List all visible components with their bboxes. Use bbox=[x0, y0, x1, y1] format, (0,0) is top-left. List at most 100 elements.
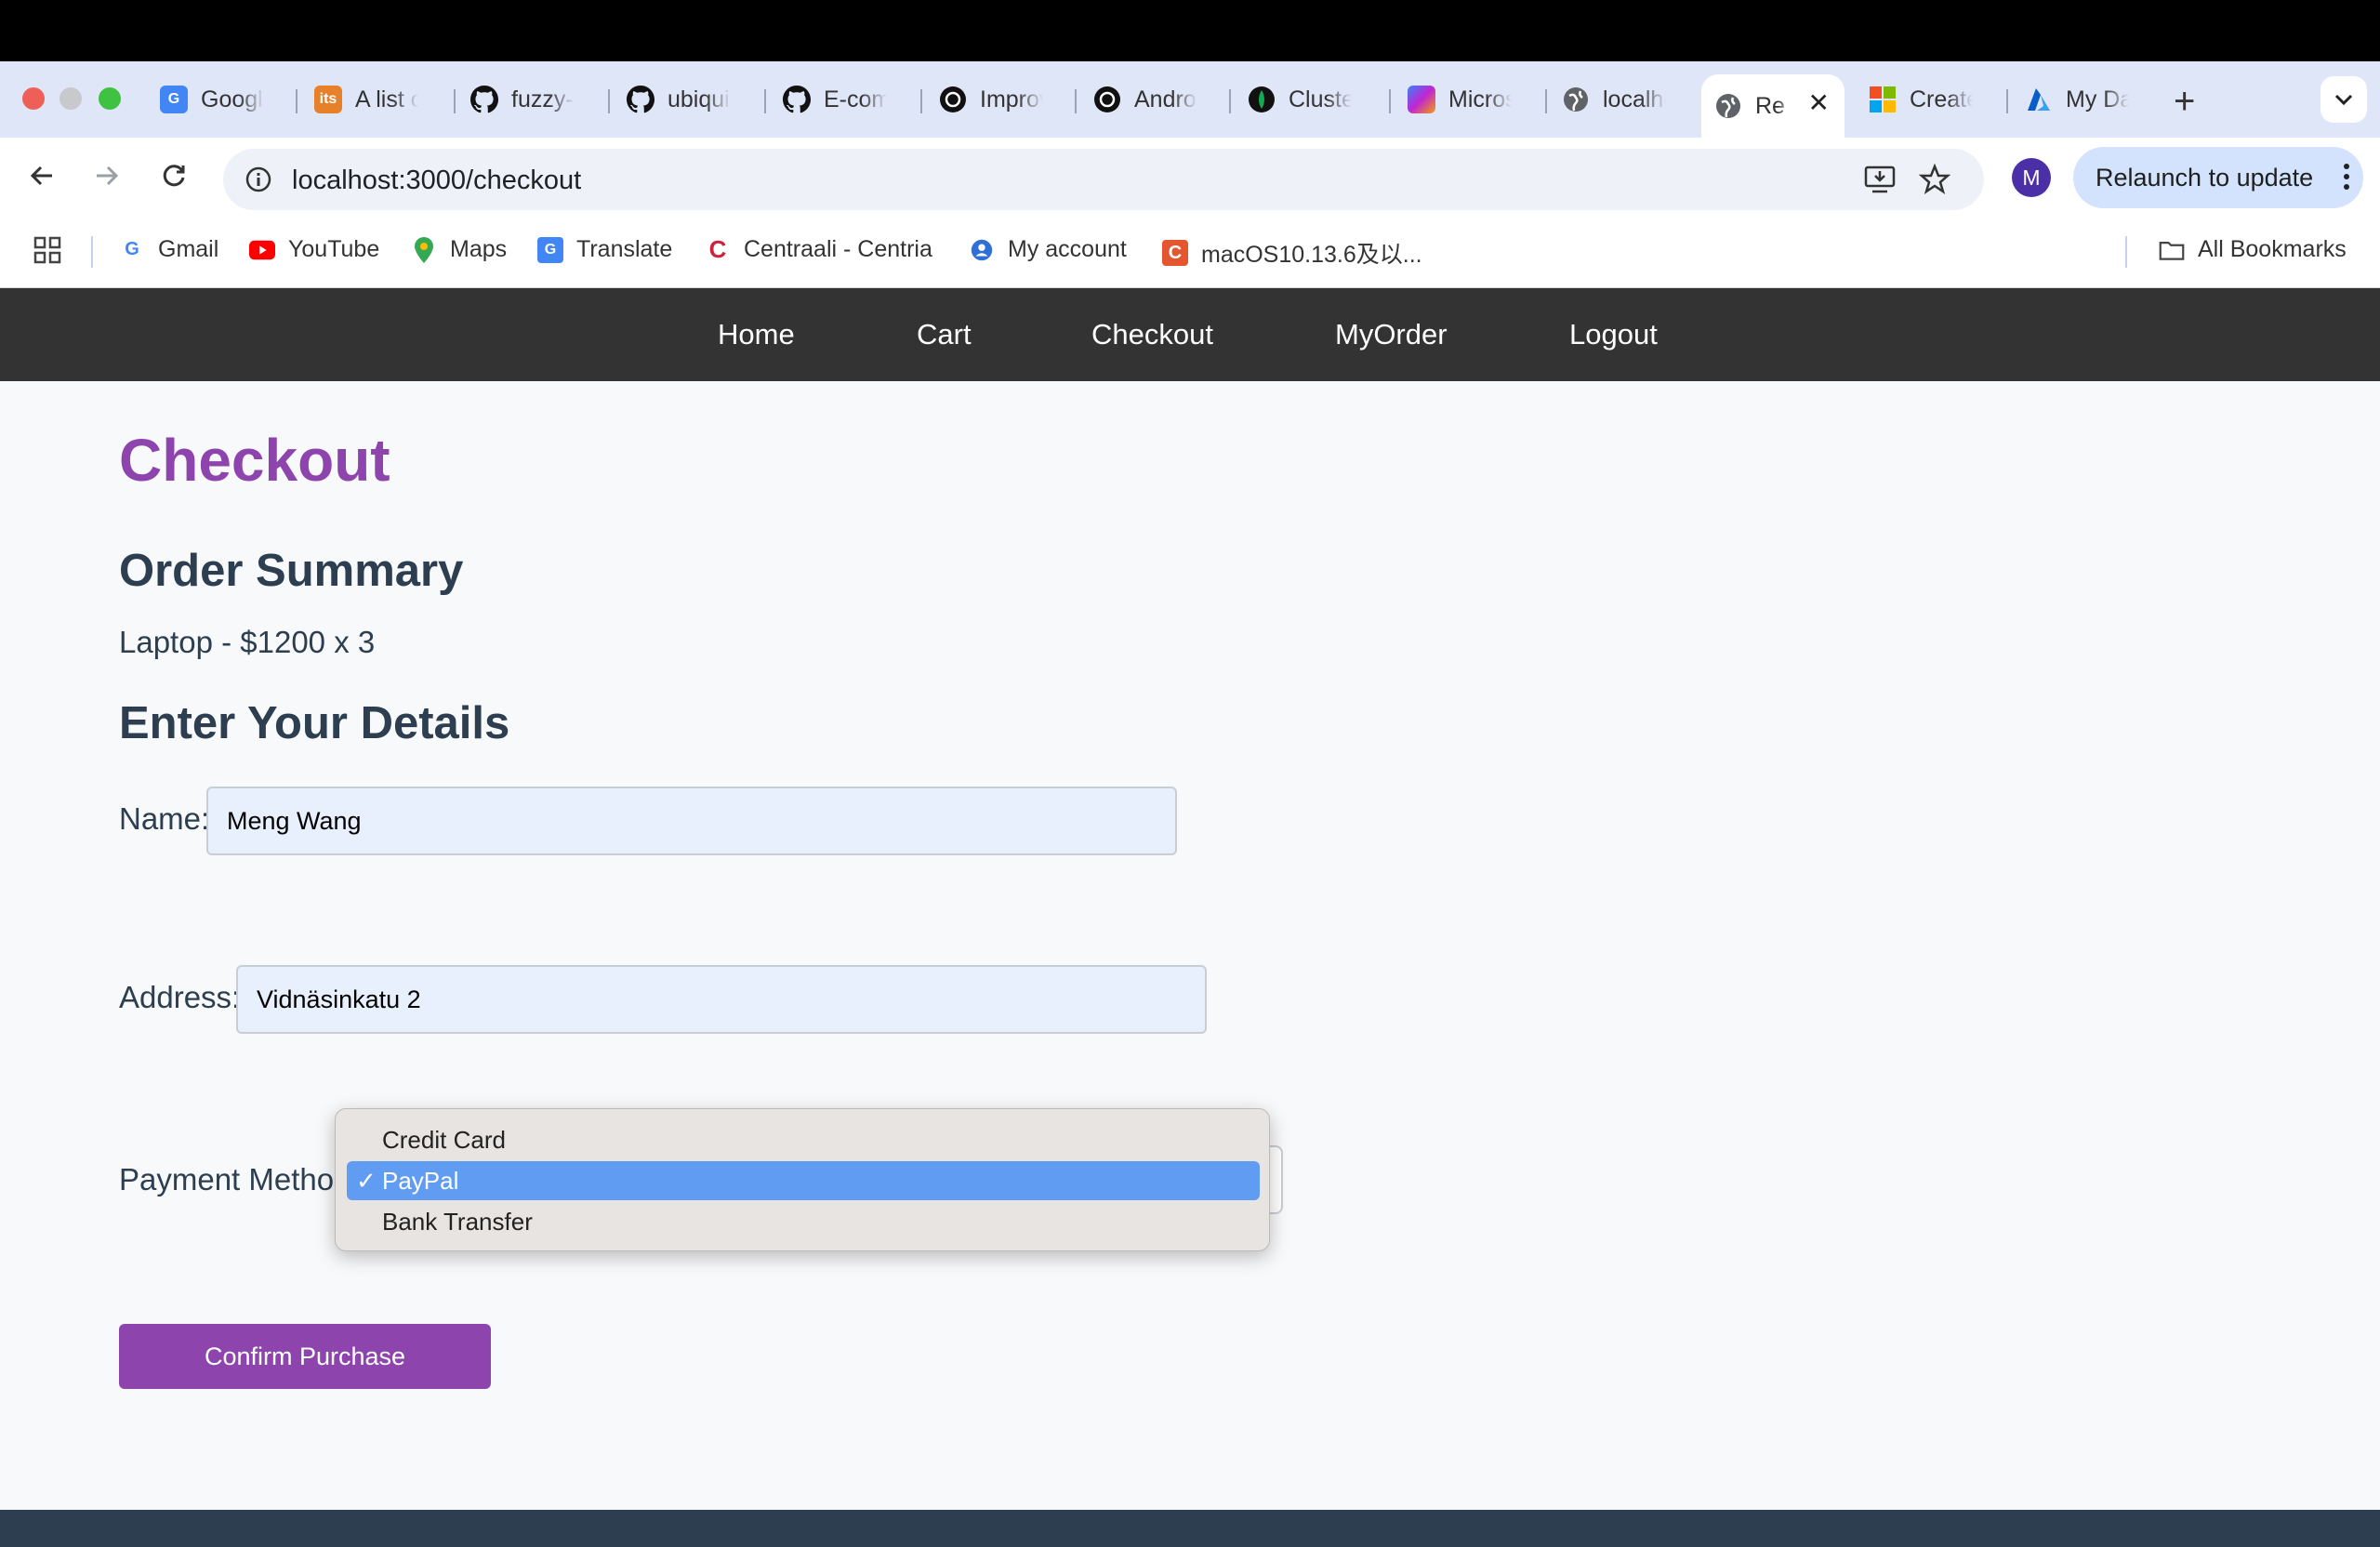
address-input[interactable] bbox=[236, 965, 1207, 1034]
bookmarks-divider bbox=[2125, 236, 2127, 268]
bookmark-label: My account bbox=[1008, 236, 1127, 262]
tab-localhost[interactable]: localho bbox=[1549, 74, 1698, 125]
openai-icon bbox=[939, 86, 967, 113]
account-icon bbox=[969, 237, 995, 263]
tab-title: E-comm bbox=[824, 86, 887, 112]
option-paypal[interactable]: ✓ PayPal bbox=[347, 1161, 1260, 1200]
address-label: Address: bbox=[119, 980, 241, 1014]
tab-divider bbox=[920, 89, 922, 113]
tab-create[interactable]: Create bbox=[1856, 74, 2004, 125]
option-credit-card[interactable]: Credit Card bbox=[347, 1120, 1260, 1159]
tab-title: A list of bbox=[355, 86, 418, 112]
youtube-icon bbox=[249, 237, 275, 263]
page-footer bbox=[0, 1510, 2380, 1547]
reload-icon[interactable] bbox=[149, 151, 199, 201]
tab-androi[interactable]: Androi bbox=[1080, 74, 1229, 125]
checkout-page: Home Cart Checkout MyOrder Logout Checko… bbox=[0, 288, 2380, 1547]
tab-micros[interactable]: Micros bbox=[1395, 74, 1543, 125]
tab-title: Androi bbox=[1134, 86, 1197, 112]
tab-title: My Da bbox=[2066, 86, 2129, 112]
tab-cluste[interactable]: Cluste bbox=[1235, 74, 1383, 125]
globe-icon bbox=[1714, 92, 1742, 120]
bookmark-translate[interactable]: G Translate bbox=[537, 236, 672, 263]
minimize-window-button[interactable] bbox=[60, 87, 82, 110]
site-navbar: Home Cart Checkout MyOrder Logout bbox=[0, 288, 2380, 381]
install-app-icon[interactable] bbox=[1863, 164, 1897, 200]
nav-myorder-link[interactable]: MyOrder bbox=[1335, 318, 1448, 351]
tab-title: localho bbox=[1603, 86, 1666, 112]
tab-search-chevron-icon[interactable] bbox=[2320, 76, 2367, 123]
more-menu-icon[interactable] bbox=[2343, 163, 2349, 191]
its-icon: its bbox=[314, 86, 342, 113]
c-icon: C bbox=[1162, 240, 1188, 266]
tab-divider bbox=[2006, 89, 2008, 113]
option-label: PayPal bbox=[382, 1167, 459, 1195]
centria-icon: C bbox=[708, 235, 727, 263]
order-summary-heading: Order Summary bbox=[119, 546, 464, 596]
tab-title: Re bbox=[1755, 92, 1785, 119]
tab-improv[interactable]: Improv bbox=[926, 74, 1075, 125]
browser-chrome: G Google its A list of fuzzy- ubiquit E-… bbox=[0, 61, 2380, 288]
bookmark-macos[interactable]: C macOS10.13.6及以... bbox=[1162, 236, 1422, 270]
browser-toolbar: localhost:3000/checkout M Relaunch to up… bbox=[0, 138, 2380, 214]
url-text[interactable]: localhost:3000/checkout bbox=[292, 165, 581, 196]
tab-ubiquit[interactable]: ubiquit bbox=[614, 74, 762, 125]
tab-e-comm[interactable]: E-comm bbox=[770, 74, 919, 125]
confirm-purchase-button[interactable]: Confirm Purchase bbox=[119, 1324, 491, 1389]
maximize-window-button[interactable] bbox=[99, 87, 121, 110]
forward-arrow-icon[interactable] bbox=[82, 151, 132, 201]
bookmark-my-account[interactable]: My account bbox=[969, 236, 1127, 263]
name-input[interactable] bbox=[206, 787, 1177, 855]
site-info-icon[interactable] bbox=[244, 165, 273, 199]
google-translate-icon: G bbox=[160, 86, 188, 113]
close-tab-icon[interactable]: ✕ bbox=[1808, 87, 1830, 118]
bookmark-label: YouTube bbox=[288, 236, 380, 262]
bookmark-maps[interactable]: Maps bbox=[411, 236, 507, 263]
maps-pin-icon bbox=[411, 236, 437, 263]
details-heading: Enter Your Details bbox=[119, 698, 510, 748]
bookmark-label: Centraali - Centria bbox=[744, 236, 932, 262]
address-bar[interactable]: localhost:3000/checkout bbox=[223, 149, 1984, 210]
nav-home-link[interactable]: Home bbox=[718, 318, 795, 351]
github-icon bbox=[783, 86, 811, 113]
tab-divider bbox=[608, 89, 610, 113]
page-title: Checkout bbox=[119, 427, 390, 494]
profile-avatar[interactable]: M bbox=[2012, 158, 2051, 197]
tab-title: Google bbox=[201, 86, 264, 112]
bookmarks-bar: G Gmail YouTube Maps G Translate C Centr… bbox=[0, 214, 2380, 288]
close-window-button[interactable] bbox=[22, 87, 45, 110]
apps-grid-icon[interactable] bbox=[33, 236, 61, 264]
microsoft-icon bbox=[1869, 86, 1897, 113]
tab-my-da[interactable]: My Da bbox=[2012, 74, 2161, 125]
all-bookmarks-button[interactable]: All Bookmarks bbox=[2159, 236, 2347, 263]
tab-title: Create bbox=[1910, 86, 1973, 112]
relaunch-to-update-button[interactable]: Relaunch to update bbox=[2073, 147, 2363, 208]
payment-options-dropdown: Credit Card ✓ PayPal Bank Transfer bbox=[335, 1108, 1270, 1251]
macos-menu-strip bbox=[0, 0, 2380, 61]
nav-cart-link[interactable]: Cart bbox=[917, 318, 972, 351]
tab-re-active[interactable]: Re ✕ bbox=[1701, 74, 1844, 138]
tab-divider bbox=[1229, 89, 1231, 113]
tab-divider bbox=[1075, 89, 1077, 113]
tab-fuzzy[interactable]: fuzzy- bbox=[457, 74, 606, 125]
bookmark-youtube[interactable]: YouTube bbox=[249, 236, 379, 263]
order-item: Laptop - $1200 x 3 bbox=[119, 625, 376, 659]
tab-title: Improv bbox=[980, 86, 1043, 112]
nav-logout-link[interactable]: Logout bbox=[1569, 318, 1658, 351]
option-bank-transfer[interactable]: Bank Transfer bbox=[347, 1202, 1260, 1241]
bookmark-star-icon[interactable] bbox=[1918, 163, 1951, 200]
tab-divider bbox=[1389, 89, 1391, 113]
relaunch-label: Relaunch to update bbox=[2096, 163, 2314, 192]
tab-divider bbox=[1545, 89, 1547, 113]
tab-title: fuzzy- bbox=[511, 86, 574, 112]
bookmarks-divider bbox=[91, 236, 93, 268]
bookmark-label: Gmail bbox=[158, 236, 219, 262]
tab-title: Micros bbox=[1448, 86, 1512, 112]
new-tab-plus-icon[interactable]: + bbox=[2174, 83, 2195, 120]
tab-google[interactable]: G Google bbox=[147, 74, 296, 125]
nav-checkout-link[interactable]: Checkout bbox=[1091, 318, 1213, 351]
bookmark-centraali[interactable]: C Centraali - Centria bbox=[705, 235, 932, 263]
bookmark-gmail[interactable]: G Gmail bbox=[119, 236, 218, 263]
tab-a-list-of[interactable]: its A list of bbox=[301, 74, 450, 125]
back-arrow-icon[interactable] bbox=[17, 151, 67, 201]
